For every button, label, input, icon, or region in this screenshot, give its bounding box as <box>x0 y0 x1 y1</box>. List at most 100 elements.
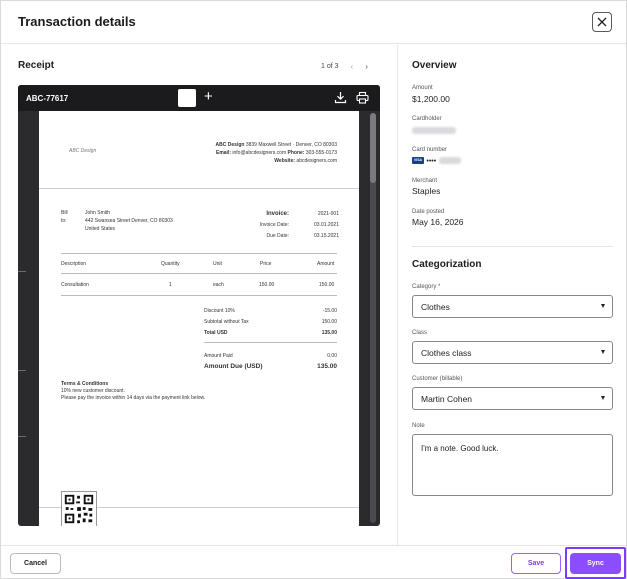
col-amount: Amount <box>317 261 335 267</box>
receipt-panel: Receipt 1 of 3 ‹ › ABC-77617 + ABC Desig… <box>1 45 396 545</box>
sync-button[interactable]: Sync <box>570 553 621 574</box>
email-label: Email: <box>216 150 232 156</box>
subtotal-label: Subtotal without Tax <box>204 319 249 325</box>
add-page-icon[interactable]: + <box>204 88 213 106</box>
receipt-heading: Receipt <box>18 60 55 71</box>
amount-label: Amount <box>412 85 433 91</box>
note-textarea[interactable]: I'm a note. Good luck. <box>412 434 613 496</box>
pager-count: 1 of 3 <box>321 63 339 70</box>
qr-code-icon <box>61 491 97 526</box>
merchant-value: Staples <box>412 186 441 196</box>
bill-to-name: John Smith <box>85 210 111 216</box>
pager-next-icon[interactable]: › <box>365 62 368 71</box>
table-row: each <box>213 282 224 288</box>
due-date-label: Due Date: <box>266 233 289 239</box>
col-unit: Unit <box>213 261 222 267</box>
table-row: 150.00 <box>319 282 335 288</box>
close-icon <box>597 17 607 27</box>
category-value: Clothes <box>421 302 450 312</box>
class-select[interactable]: Clothes class <box>412 341 613 364</box>
invoice-label: Invoice: <box>266 211 289 217</box>
paid-value: 0.00 <box>327 353 337 359</box>
invoice-meta: Invoice: 2021-001 Invoice Date: 03.01.2021… <box>239 209 339 242</box>
receipt-pager: 1 of 3 ‹ › <box>321 62 368 71</box>
visa-icon: VISA <box>412 157 424 165</box>
category-label: Category * <box>412 284 441 290</box>
viewer-toolbar: ABC-77617 + <box>18 85 380 111</box>
category-select[interactable]: Clothes <box>412 295 613 318</box>
terms-title: Terms & Conditions <box>61 381 109 387</box>
receipt-document: ABC Design ABC Design 3839 Maxwell Stree… <box>39 111 359 526</box>
page-marker <box>18 271 26 272</box>
total-row: Total USD 135.00 <box>204 330 337 336</box>
company-address: 3839 Maxwell Street · Denver, CO 80303 <box>244 142 337 148</box>
merchant-label: Merchant <box>412 178 438 184</box>
transaction-details-modal: Transaction details Receipt 1 of 3 ‹ › A… <box>0 0 627 579</box>
chevron-down-icon <box>601 350 605 354</box>
close-button[interactable] <box>592 12 612 32</box>
paid-row: Amount Paid 0.00 <box>204 353 337 359</box>
subtotal-value: 150.00 <box>321 319 337 325</box>
summary-line <box>204 342 337 343</box>
overview-heading: Overview <box>412 60 457 71</box>
page-marker <box>18 436 26 437</box>
receipt-viewer: ABC-77617 + ABC Design ABC Design 3839 M… <box>18 85 380 526</box>
company-website: abcdesigners.com <box>295 158 337 164</box>
details-panel: Overview Amount $1,200.00 Cardholder Car… <box>397 45 626 545</box>
modal-title: Transaction details <box>18 14 136 29</box>
print-icon[interactable] <box>356 91 369 104</box>
bill-to-street: 442 Swansea Street Denver, CO 80303 <box>85 218 173 224</box>
due-date: 03.15.2021 <box>313 233 339 239</box>
document-id: ABC-77617 <box>26 94 69 103</box>
cancel-button[interactable]: Cancel <box>10 553 61 574</box>
table-header-line <box>61 273 337 274</box>
pager-prev-icon[interactable]: ‹ <box>351 62 354 71</box>
categorization-heading: Categorization <box>412 259 482 270</box>
table-row: 1 <box>169 282 172 288</box>
card-number-label: Card number <box>412 147 448 153</box>
modal-footer: Cancel Save Sync <box>1 545 626 579</box>
bill-to-country: United States <box>85 226 116 232</box>
col-quantity: Quantity <box>161 261 180 267</box>
table-row: 150.00 <box>259 282 275 288</box>
card-mask: •••• <box>426 158 437 165</box>
page-thumbnail[interactable] <box>178 89 196 107</box>
amount-due-value: 135.00 <box>317 363 337 370</box>
total-value: 135.00 <box>321 330 337 336</box>
paid-label: Amount Paid <box>204 353 233 359</box>
invoice-date: 03.01.2021 <box>313 222 339 228</box>
date-posted-label: Date posted <box>412 209 445 215</box>
scrollbar-thumb[interactable] <box>370 113 376 183</box>
invoice-number: 2021-001 <box>317 211 339 217</box>
class-value: Clothes class <box>421 348 472 358</box>
invoice-date-label: Invoice Date: <box>259 222 289 228</box>
cardholder-label: Cardholder <box>412 116 442 122</box>
terms-line: 10% new customer discount. <box>61 388 125 394</box>
viewer-scrollbar[interactable] <box>370 113 376 523</box>
discount-value: -15.00 <box>322 308 337 314</box>
amount-due-row: Amount Due (USD) 135.00 <box>204 363 337 370</box>
total-label: Total USD <box>204 330 228 336</box>
phone-label: Phone: <box>287 150 305 156</box>
terms: Terms & Conditions 10% new customer disc… <box>61 381 205 402</box>
chevron-down-icon <box>601 396 605 400</box>
col-description: Description <box>61 261 87 267</box>
note-label: Note <box>412 423 425 429</box>
col-price: Price <box>260 261 272 267</box>
chevron-down-icon <box>601 304 605 308</box>
modal-header: Transaction details <box>1 1 626 44</box>
table-bottom-line <box>61 295 337 296</box>
customer-value: Martin Cohen <box>421 394 473 404</box>
customer-label: Customer (billable) <box>412 376 463 382</box>
page-marker <box>18 370 26 371</box>
divider <box>39 188 359 189</box>
section-divider <box>412 246 613 247</box>
company-logo: ABC Design <box>69 148 97 154</box>
discount-label: Discount 10% <box>204 308 235 314</box>
customer-select[interactable]: Martin Cohen <box>412 387 613 410</box>
save-button[interactable]: Save <box>511 553 561 574</box>
bill-to-label: Bill to: <box>61 210 68 224</box>
download-icon[interactable] <box>334 91 347 104</box>
class-label: Class <box>412 330 428 336</box>
company-info: ABC Design 3839 Maxwell Street · Denver,… <box>216 141 337 165</box>
